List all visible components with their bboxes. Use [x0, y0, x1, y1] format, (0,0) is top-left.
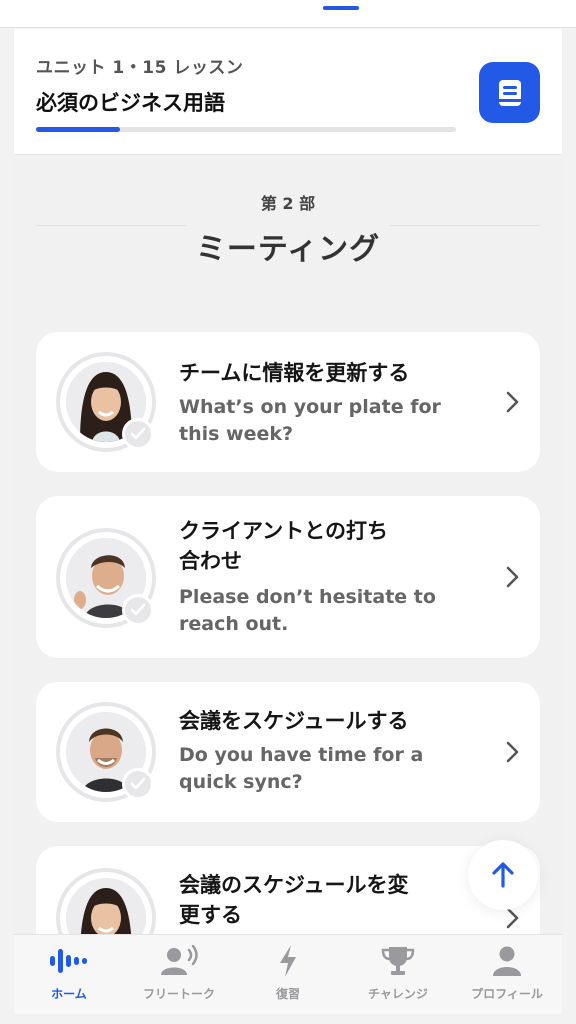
- tab-home[interactable]: ホーム: [14, 935, 124, 1015]
- tab-label: プロフィール: [471, 987, 543, 1001]
- lesson-list[interactable]: 第 2 部 ミーティング チームに情報を更新する What’s on your …: [14, 156, 562, 936]
- lesson-title: クライアントとの打ち: [179, 519, 388, 543]
- person-icon: [487, 943, 527, 979]
- chevron-right-icon: [506, 391, 519, 413]
- speaking-person-icon: [159, 943, 199, 979]
- unit-progress-fill: [36, 127, 120, 132]
- lesson-subtitle: Please don’t hesitate to: [179, 586, 436, 608]
- avatar: [66, 878, 146, 936]
- tab-profile[interactable]: プロフィール: [452, 935, 562, 1015]
- unit-lesson-count: ユニット 1・15 レッスン: [36, 58, 244, 78]
- scroll-to-top-button[interactable]: [468, 840, 538, 910]
- lesson-title: 会議をスケジュールする: [179, 709, 409, 733]
- chevron-right-icon: [506, 566, 519, 588]
- lesson-title: チームに情報を更新する: [179, 361, 410, 385]
- lesson-card[interactable]: 会議をスケジュールする Do you have time for a quick…: [36, 682, 540, 822]
- trophy-icon: [378, 943, 418, 979]
- lesson-title: 会議のスケジュールを変: [179, 873, 409, 897]
- lesson-card[interactable]: 会議のスケジュールを変 更する: [36, 846, 540, 936]
- page-indicator: [323, 6, 359, 10]
- lesson-avatar-ring: [56, 528, 156, 628]
- top-strip: [0, 0, 576, 28]
- lesson-avatar-ring: [56, 868, 156, 936]
- lesson-subtitle: quick sync?: [179, 771, 303, 793]
- tab-label: ホーム: [51, 987, 87, 1001]
- completed-check-icon: [122, 594, 154, 626]
- lightning-icon: [268, 943, 308, 979]
- completed-check-icon: [122, 768, 154, 800]
- tab-label: チャレンジ: [368, 987, 428, 1001]
- unit-header: ユニット 1・15 レッスン 必須のビジネス用語: [14, 29, 562, 155]
- section-label: 第 2 部: [260, 194, 316, 213]
- lesson-subtitle: this week?: [179, 423, 294, 445]
- lesson-card[interactable]: チームに情報を更新する What’s on your plate for thi…: [36, 332, 540, 472]
- tab-label: フリートーク: [142, 987, 215, 1001]
- lesson-subtitle: What’s on your plate for: [179, 396, 441, 418]
- tab-label: 復習: [275, 987, 300, 1001]
- bottom-safe-area: [0, 1014, 576, 1024]
- tab-review[interactable]: 復習: [233, 935, 343, 1015]
- audio-wave-icon: [49, 943, 89, 979]
- lesson-title: 合わせ: [179, 549, 242, 573]
- lesson-subtitle: Do you have time for a: [179, 744, 424, 766]
- lesson-avatar-ring: [56, 702, 156, 802]
- tab-challenge[interactable]: チャレンジ: [343, 935, 453, 1015]
- lesson-card[interactable]: クライアントとの打ち 合わせ Please don’t hesitate to …: [36, 496, 540, 658]
- book-icon: [498, 79, 521, 106]
- vocabulary-book-button[interactable]: [479, 62, 540, 123]
- completed-check-icon: [122, 418, 154, 450]
- unit-progress-bar: [36, 127, 456, 132]
- lesson-avatar-ring: [56, 352, 156, 452]
- tab-free-talk[interactable]: フリートーク: [124, 935, 234, 1015]
- unit-title: 必須のビジネス用語: [36, 91, 225, 115]
- section-title: ミーティング: [195, 232, 381, 267]
- chevron-right-icon: [506, 741, 519, 763]
- arrow-up-icon: [492, 862, 514, 888]
- lesson-subtitle: reach out.: [179, 613, 289, 635]
- bottom-tab-bar: ホーム フリートーク 復習 チャレンジ プロフィール: [14, 934, 562, 1014]
- lesson-title: 更する: [179, 903, 242, 927]
